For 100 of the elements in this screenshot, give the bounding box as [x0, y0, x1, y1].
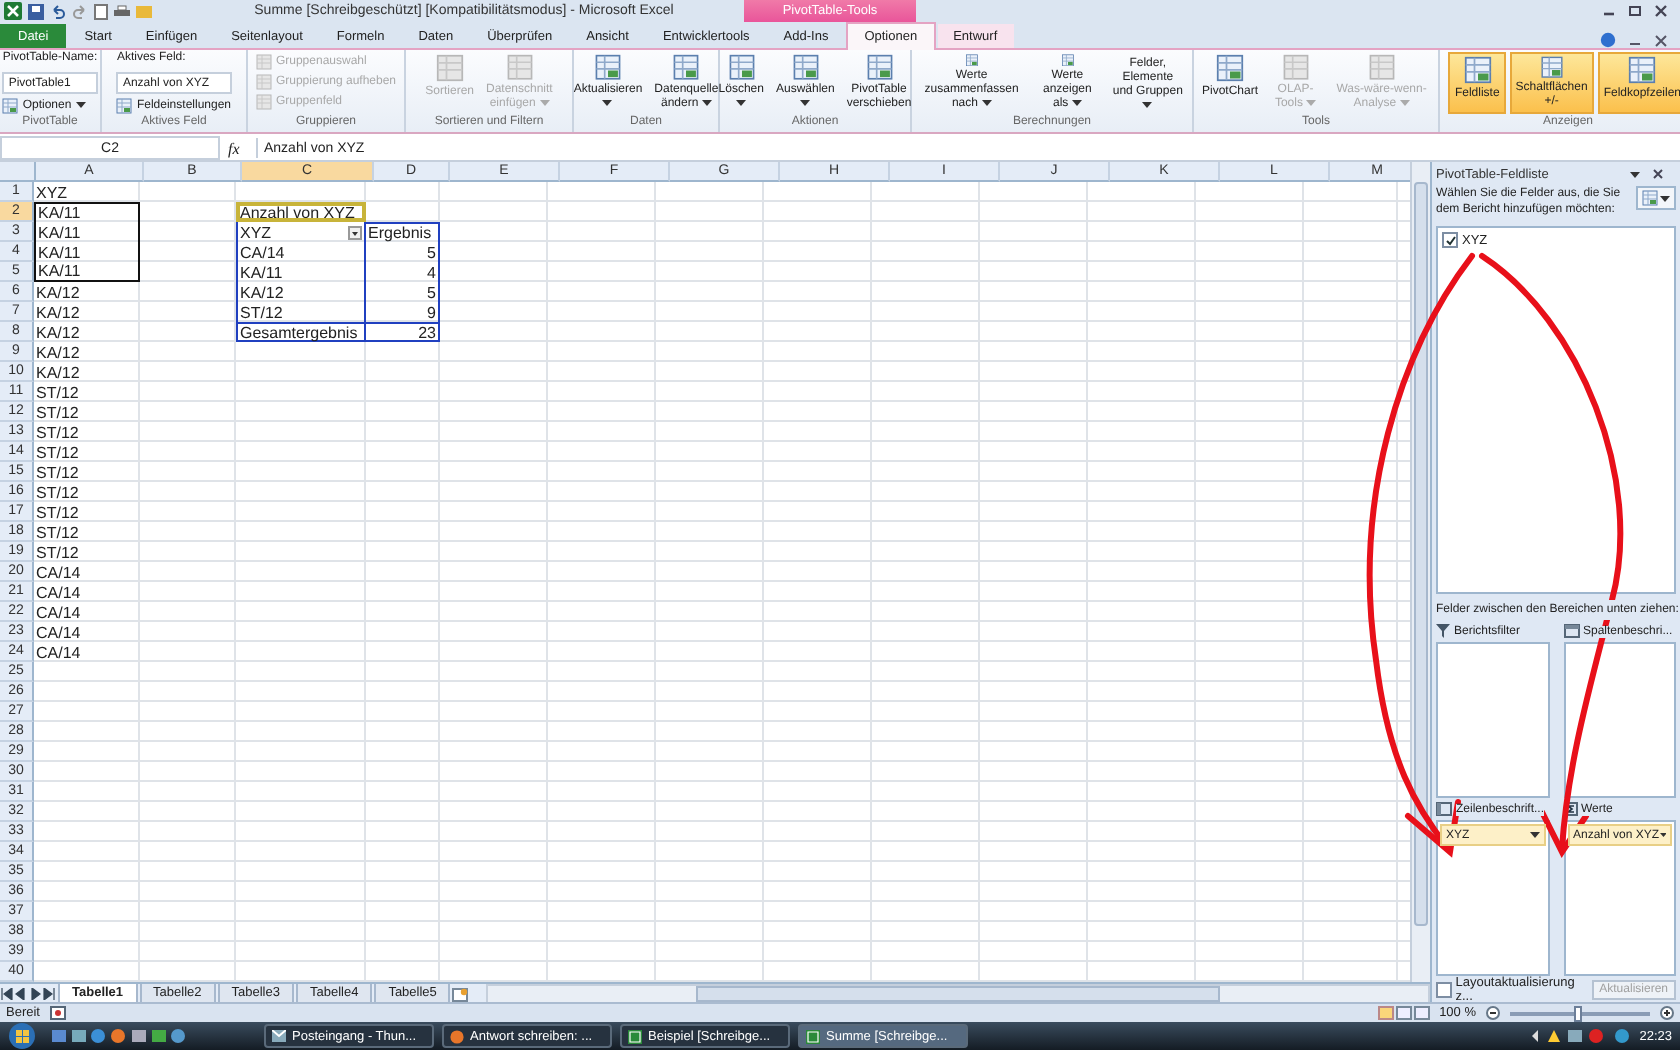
layout-button[interactable]	[1636, 186, 1676, 210]
spreadsheet-icon	[116, 97, 133, 113]
caret-icon	[1630, 171, 1640, 177]
table-cell: Gesamtergebnis	[236, 322, 366, 342]
spreadsheet-icon	[1216, 54, 1244, 82]
table-cell-text: ST/12	[34, 422, 81, 442]
table-cell-text: XYZ	[34, 182, 70, 202]
table-cell-text: KA/12	[34, 362, 82, 382]
caret-icon	[1529, 832, 1539, 838]
spreadsheet-icon	[2, 97, 19, 113]
funnel-icon	[1436, 624, 1450, 638]
globe-icon	[450, 1029, 464, 1043]
table-cell: Anzahl von XYZ	[236, 202, 366, 222]
vertical-scrollbar[interactable]	[1410, 162, 1430, 982]
table-cell-text: KA/12	[34, 302, 82, 322]
spreadsheet-icon	[1628, 56, 1657, 84]
table-cell: 5	[366, 242, 440, 262]
table-cell: KA/11	[34, 222, 140, 242]
caret-icon	[602, 100, 613, 107]
table-cell-text: CA/14	[34, 622, 83, 642]
slider-thumb[interactable]	[1574, 1005, 1582, 1021]
spreadsheet-icon	[593, 54, 622, 81]
spreadsheet-icon	[865, 54, 894, 81]
zoom-in-icon[interactable]	[1660, 1006, 1674, 1020]
table-cell-text: ST/12	[34, 542, 81, 562]
table-cell-text: KA/12	[34, 342, 82, 362]
spreadsheet-icon	[435, 54, 464, 82]
caret-icon	[981, 100, 992, 107]
table-cell: 23	[366, 322, 440, 342]
view-buttons-icon[interactable]	[1377, 1006, 1430, 1020]
table-cell: ST/12	[236, 302, 366, 322]
caret-icon	[1306, 100, 1317, 107]
table-cell: 4	[366, 262, 440, 282]
caret-icon	[539, 100, 550, 107]
filter-dropdown-icon[interactable]	[348, 225, 362, 239]
save-icon[interactable]	[28, 3, 44, 19]
table-cell-text: ST/12	[34, 462, 81, 482]
table-cell: KA/11	[236, 262, 366, 282]
spreadsheet-icon	[1463, 56, 1492, 84]
tray-icons[interactable]	[1531, 1028, 1632, 1044]
table-cell-text: ST/12	[34, 382, 81, 402]
spreadsheet-icon	[255, 53, 272, 69]
undo-icon[interactable]	[50, 3, 66, 19]
table-cell: 5	[366, 282, 440, 302]
spreadsheet-icon	[672, 54, 701, 81]
spreadsheet-icon	[628, 1029, 642, 1043]
table-cell-text: CA/14	[34, 562, 83, 582]
caret-icon	[736, 100, 747, 107]
app-logo-icon	[4, 2, 22, 20]
spreadsheet-icon	[1537, 56, 1566, 79]
start-button[interactable]	[8, 1022, 40, 1050]
table-cell: 9	[366, 302, 440, 322]
printer-icon[interactable]	[114, 3, 130, 19]
table-cell-text: ST/12	[34, 502, 81, 522]
table-cell: CA/14	[236, 242, 366, 262]
caret-icon	[1142, 101, 1153, 108]
drop-area[interactable]	[1563, 642, 1676, 798]
caret-icon	[1659, 832, 1666, 838]
function-label[interactable]: fx	[228, 139, 248, 157]
table-cell: KA/11	[34, 202, 140, 222]
table-icon	[1563, 624, 1579, 638]
table-cell-text: CA/14	[34, 602, 83, 622]
spreadsheet-icon	[806, 1029, 820, 1043]
restore-icon[interactable]	[1628, 4, 1642, 18]
table-cell: KA/11	[34, 262, 140, 282]
checkbox[interactable]	[1442, 232, 1458, 248]
table-cell-text: CA/14	[34, 582, 83, 602]
caret-icon	[800, 100, 811, 107]
spreadsheet-icon	[1367, 54, 1396, 81]
table-cell: KA/11	[34, 242, 140, 262]
table-cell-text: ST/12	[34, 482, 81, 502]
caret-icon	[1399, 100, 1410, 107]
checkbox[interactable]	[1436, 982, 1452, 998]
table-cell-text: ST/12	[34, 402, 81, 422]
table-cell-text: ST/12	[34, 522, 81, 542]
close-icon[interactable]	[1654, 4, 1668, 18]
zoom-out-icon[interactable]	[1486, 1006, 1500, 1020]
table-cell: KA/12	[236, 282, 366, 302]
new-sheet-icon[interactable]	[452, 987, 469, 1001]
document-icon[interactable]	[94, 3, 108, 19]
spreadsheet-icon	[1281, 54, 1310, 81]
table-cell: Ergebnis	[366, 222, 440, 242]
spreadsheet-icon	[791, 54, 820, 81]
caret-icon	[75, 102, 86, 108]
spreadsheet-icon	[1642, 190, 1658, 206]
close-icon[interactable]	[1652, 168, 1664, 180]
table-cell-text: KA/12	[34, 282, 82, 302]
spreadsheet-icon	[255, 73, 272, 89]
envelope-icon	[272, 1030, 286, 1042]
spreadsheet-icon	[255, 93, 272, 109]
horizontal-scrollbar[interactable]	[486, 984, 1430, 1004]
sheet-navigation-icon[interactable]	[0, 988, 56, 1000]
caret-icon	[1071, 100, 1082, 107]
caret-icon	[701, 100, 712, 107]
table-cell-text: KA/12	[34, 322, 82, 342]
spreadsheet-icon	[505, 54, 534, 81]
quick-launch-icons[interactable]	[48, 1028, 188, 1044]
macro-record-icon[interactable]	[49, 1006, 66, 1020]
close-icon[interactable]	[1654, 33, 1668, 47]
table-cell-text: CA/14	[34, 642, 83, 662]
